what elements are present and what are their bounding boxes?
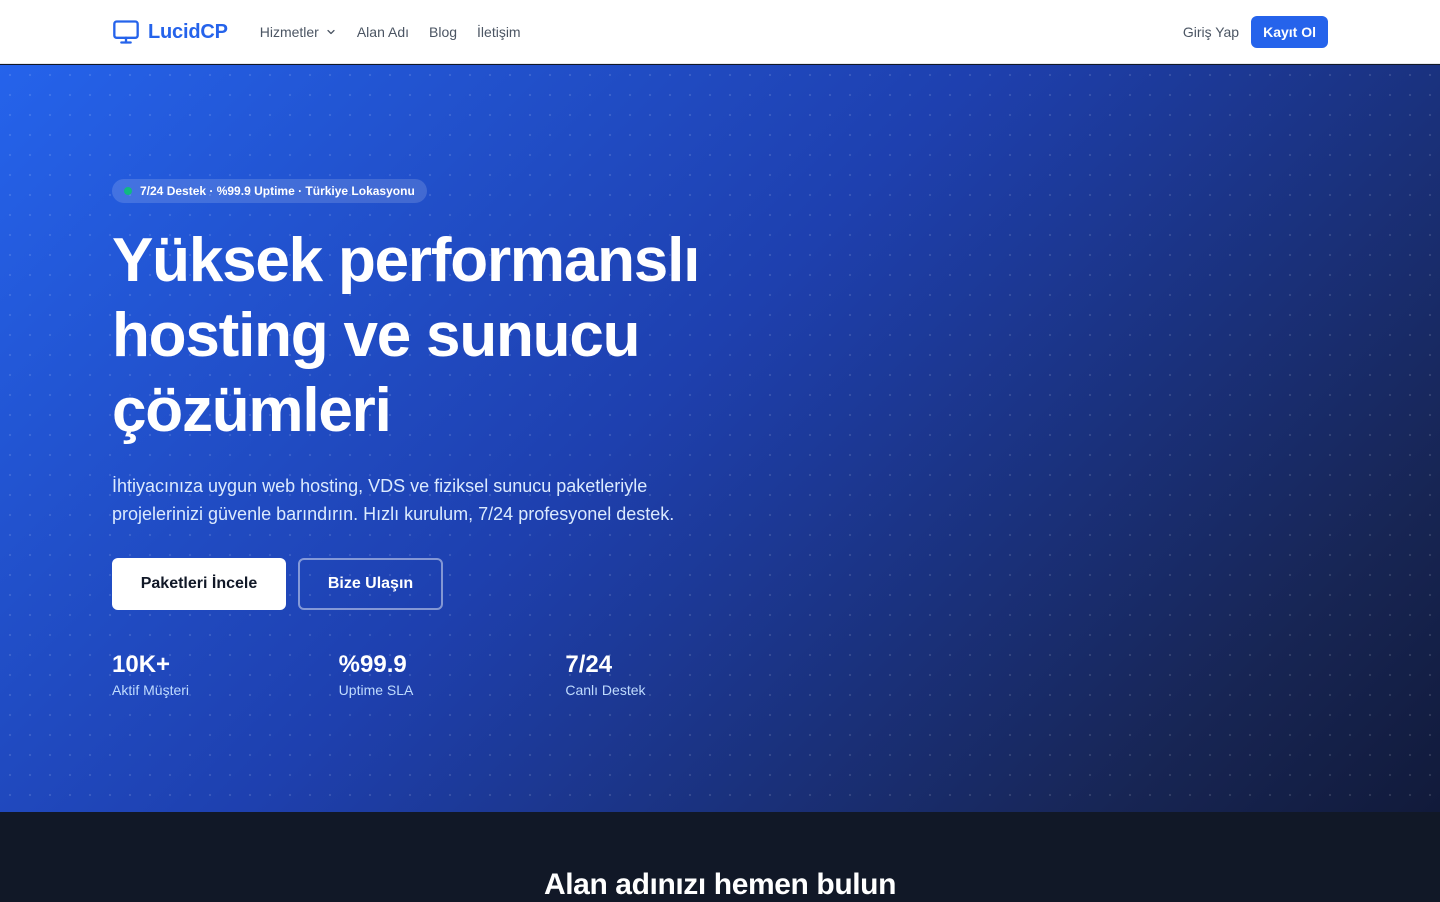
hero-title-line-3: çözümleri: [112, 376, 392, 445]
register-button[interactable]: Kayıt Ol: [1251, 16, 1328, 48]
navbar-inner: LucidCP Hizmetler Alan Adı Blog İletişim…: [112, 0, 1328, 64]
hero-section: 7/24 Destek · %99.9 Uptime · Türkiye Lok…: [0, 65, 1440, 812]
nav-item-blog[interactable]: Blog: [429, 24, 457, 40]
hero-description: İhtiyacınıza uygun web hosting, VDS ve f…: [112, 472, 732, 528]
stat-value: 10K+: [112, 651, 171, 678]
status-badge: 7/24 Destek · %99.9 Uptime · Türkiye Lok…: [112, 179, 427, 203]
hero-cta-row: Paketleri İncele Bize Ulaşın: [112, 558, 792, 610]
hero-stats: 10K+ Aktif Müşteri %99.9 Uptime SLA 7/24…: [112, 650, 792, 698]
brand-name: LucidCP: [148, 20, 228, 43]
hero-description-line-2: projelerinizi güvenle barındırın. Hızlı …: [112, 504, 675, 524]
nav-actions: Giriş Yap Kayıt Ol: [1183, 16, 1328, 48]
domain-search-section: Alan adınızı hemen bulun: [0, 812, 1440, 901]
view-packages-button[interactable]: Paketleri İncele: [112, 558, 286, 610]
stat-label: Aktif Müşteri: [112, 682, 190, 698]
nav-item-services-label: Hizmetler: [259, 24, 319, 40]
navbar: LucidCP Hizmetler Alan Adı Blog İletişim…: [0, 0, 1440, 64]
contact-us-button[interactable]: Bize Ulaşın: [298, 558, 443, 610]
status-badge-text: 7/24 Destek · %99.9 Uptime · Türkiye Lok…: [140, 184, 415, 198]
stat-item: 10K+ Aktif Müşteri: [112, 650, 339, 698]
brand-logo[interactable]: LucidCP: [112, 18, 228, 46]
stat-value: %99.9: [338, 651, 407, 678]
stat-item: %99.9 Uptime SLA: [339, 650, 566, 698]
main-nav: Hizmetler Alan Adı Blog İletişim: [260, 24, 521, 40]
stat-label: Uptime SLA: [338, 682, 414, 698]
nav-item-domain[interactable]: Alan Adı: [357, 24, 409, 40]
hero-title-line-2: hosting ve sunucu: [112, 301, 641, 370]
hero-description-line-1: İhtiyacınıza uygun web hosting, VDS ve f…: [112, 476, 648, 496]
monitor-icon: [112, 18, 140, 46]
status-dot-icon: [124, 187, 132, 195]
stat-label: Canlı Destek: [565, 682, 646, 698]
nav-item-services[interactable]: Hizmetler: [260, 24, 337, 40]
stat-item: 7/24 Canlı Destek: [565, 650, 792, 698]
chevron-down-icon: [325, 26, 337, 38]
hero-content: 7/24 Destek · %99.9 Uptime · Türkiye Lok…: [112, 179, 792, 698]
hero-title: Yüksek performanslı hosting ve sunucu çö…: [112, 223, 792, 448]
stat-value: 7/24: [565, 651, 613, 678]
hero-title-line-1: Yüksek performanslı: [112, 226, 700, 295]
domain-section-title: Alan adınızı hemen bulun: [543, 868, 897, 901]
nav-item-contact[interactable]: İletişim: [477, 24, 521, 40]
login-link[interactable]: Giriş Yap: [1183, 24, 1239, 40]
